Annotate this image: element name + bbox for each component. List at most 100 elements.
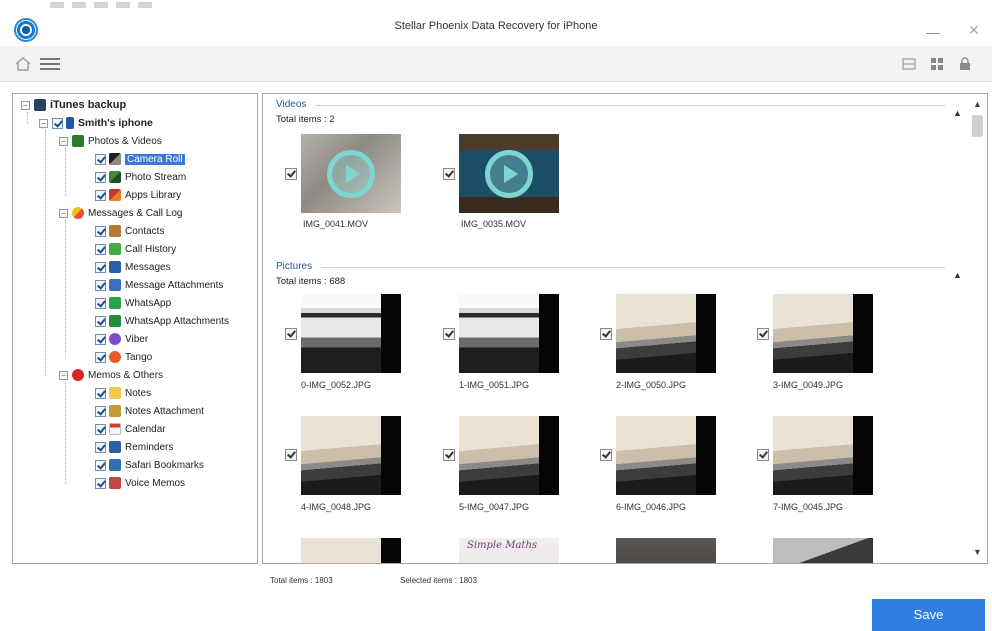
picture-filename: 2-IMG_0050.JPG: [616, 380, 687, 390]
picture-thumbnail[interactable]: [773, 294, 873, 373]
picture-thumbnail[interactable]: [301, 538, 401, 563]
tree-item-call-history[interactable]: Call History: [95, 241, 176, 257]
video-thumbnail[interactable]: [301, 134, 401, 213]
tree-item-calendar[interactable]: Calendar: [95, 421, 166, 437]
picture-filename: 5-IMG_0047.JPG: [459, 502, 530, 512]
message-attachments-icon: [109, 279, 121, 291]
collapse-icon[interactable]: −: [21, 100, 30, 110]
device-checkbox[interactable]: [52, 117, 63, 129]
tree-device[interactable]: − Smith's iphone: [39, 115, 153, 131]
reminders-icon: [109, 441, 121, 453]
tree-root[interactable]: − iTunes backup: [21, 97, 126, 113]
section-divider: [315, 105, 945, 106]
tree-item-viber[interactable]: Viber: [95, 331, 148, 347]
photos-videos-icon: [72, 135, 84, 147]
thumb-checkbox[interactable]: [600, 328, 612, 340]
picture-thumbnail[interactable]: [459, 416, 559, 495]
tree-item-reminders[interactable]: Reminders: [95, 439, 173, 455]
picture-filename: 6-IMG_0046.JPG: [616, 502, 687, 512]
tree-item-safari-bookmarks[interactable]: Safari Bookmarks: [95, 457, 204, 473]
tree-group-memos-others[interactable]: − Memos & Others: [59, 367, 163, 383]
picture-thumbnail[interactable]: [459, 294, 559, 373]
tree-group-messages-call-log[interactable]: − Messages & Call Log: [59, 205, 183, 221]
collapse-icon[interactable]: −: [39, 118, 48, 128]
tree-item-notes[interactable]: Notes: [95, 385, 151, 401]
item-checkbox[interactable]: [95, 405, 106, 417]
picture-filename: 4-IMG_0048.JPG: [301, 502, 372, 512]
tree-item-tango[interactable]: Tango: [95, 349, 152, 365]
item-checkbox[interactable]: [95, 153, 106, 165]
thumb-checkbox[interactable]: [285, 168, 297, 180]
tree-item-camera-roll[interactable]: Camera Roll: [95, 151, 185, 167]
item-checkbox[interactable]: [95, 333, 106, 345]
thumb-checkbox[interactable]: [443, 168, 455, 180]
thumb-checkbox[interactable]: [443, 449, 455, 461]
video-thumbnail[interactable]: [459, 134, 559, 213]
picture-thumbnail[interactable]: Simple Maths: [459, 538, 559, 563]
picture-thumbnail[interactable]: [773, 416, 873, 495]
tree-item-photo-stream[interactable]: Photo Stream: [95, 169, 186, 185]
collapse-icon[interactable]: −: [59, 136, 68, 146]
home-icon[interactable]: [14, 55, 32, 73]
tree-item-label: Message Attachments: [125, 279, 224, 291]
thumb-checkbox[interactable]: [757, 328, 769, 340]
close-button[interactable]: ✕: [968, 22, 980, 39]
scroll-thumb[interactable]: [972, 115, 983, 137]
menu-icon[interactable]: [40, 57, 60, 71]
item-checkbox[interactable]: [95, 189, 106, 201]
item-checkbox[interactable]: [95, 351, 106, 363]
thumb-checkbox[interactable]: [443, 328, 455, 340]
item-checkbox[interactable]: [95, 441, 106, 453]
item-checkbox[interactable]: [95, 225, 106, 237]
camera-roll-icon: [109, 153, 121, 165]
picture-filename: 3-IMG_0049.JPG: [773, 380, 844, 390]
video-filename: IMG_0041.MOV: [303, 219, 369, 229]
tree-group-photos-videos[interactable]: − Photos & Videos: [59, 133, 162, 149]
item-checkbox[interactable]: [95, 459, 106, 471]
picture-thumbnail[interactable]: [616, 538, 716, 563]
picture-thumbnail[interactable]: [773, 538, 873, 563]
item-checkbox[interactable]: [95, 387, 106, 399]
title-bar: Stellar Phoenix Data Recovery for iPhone…: [0, 0, 992, 46]
item-checkbox[interactable]: [95, 171, 106, 183]
item-checkbox[interactable]: [95, 243, 106, 255]
save-button[interactable]: Save: [872, 599, 985, 631]
videos-collapse-icon[interactable]: ▲: [953, 108, 962, 118]
item-checkbox[interactable]: [95, 477, 106, 489]
collapse-icon[interactable]: −: [59, 208, 68, 218]
item-checkbox[interactable]: [95, 315, 106, 327]
thumb-checkbox[interactable]: [600, 449, 612, 461]
pictures-section-title: Pictures: [276, 261, 313, 272]
picture-thumbnail[interactable]: [301, 416, 401, 495]
tree-item-whatsapp[interactable]: WhatsApp: [95, 295, 171, 311]
thumb-checkbox[interactable]: [757, 449, 769, 461]
collapse-icon[interactable]: −: [59, 370, 68, 380]
tree-item-whatsapp-attachments[interactable]: WhatsApp Attachments: [95, 313, 229, 329]
viber-icon: [109, 333, 121, 345]
tree-item-voice-memos[interactable]: Voice Memos: [95, 475, 185, 491]
grid-view-icon[interactable]: [930, 57, 944, 71]
thumb-checkbox[interactable]: [285, 449, 297, 461]
scroll-down-icon[interactable]: ▼: [973, 547, 982, 557]
picture-thumbnail[interactable]: [616, 416, 716, 495]
tree-item-messages[interactable]: Messages: [95, 259, 171, 275]
tree-item-notes-attachment[interactable]: Notes Attachment: [95, 403, 204, 419]
item-checkbox[interactable]: [95, 279, 106, 291]
scroll-up-icon[interactable]: ▲: [973, 99, 982, 109]
pictures-collapse-icon[interactable]: ▲: [953, 270, 962, 280]
list-view-icon[interactable]: [902, 57, 916, 71]
item-checkbox[interactable]: [95, 261, 106, 273]
item-checkbox[interactable]: [95, 297, 106, 309]
tree-item-contacts[interactable]: Contacts: [95, 223, 164, 239]
lock-icon[interactable]: [958, 57, 972, 71]
tree-item-message-attachments[interactable]: Message Attachments: [95, 277, 223, 293]
item-checkbox[interactable]: [95, 423, 106, 435]
tree-item-label: Messages: [125, 261, 171, 273]
contacts-icon: [109, 225, 121, 237]
thumb-checkbox[interactable]: [285, 328, 297, 340]
picture-thumbnail[interactable]: [301, 294, 401, 373]
tree-item-apps-library[interactable]: Apps Library: [95, 187, 181, 203]
minimize-button[interactable]: —: [926, 24, 940, 40]
scrollbar[interactable]: ▲ ▼: [969, 95, 986, 562]
picture-thumbnail[interactable]: [616, 294, 716, 373]
